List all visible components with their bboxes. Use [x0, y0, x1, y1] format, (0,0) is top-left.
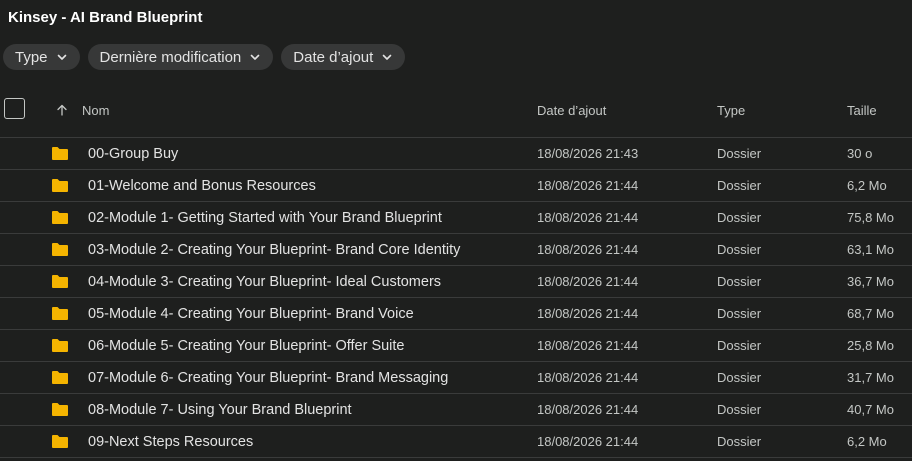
- arrow-up-icon[interactable]: [54, 92, 70, 128]
- file-type: Dossier: [717, 210, 762, 225]
- folder-icon: [51, 330, 69, 361]
- table-row[interactable]: 01-Welcome and Bonus Resources 18/08/2026…: [0, 170, 912, 202]
- table-row[interactable]: 03-Module 2- Creating Your Blueprint- Br…: [0, 234, 912, 266]
- file-date-added: 18/08/2026 21:44: [537, 178, 639, 193]
- folder-icon: [51, 298, 69, 329]
- table-row[interactable]: 07-Module 6- Creating Your Blueprint- Br…: [0, 362, 912, 394]
- select-all-checkbox[interactable]: [4, 98, 25, 119]
- file-type: Dossier: [717, 178, 762, 193]
- file-size: 40,7 Mo: [847, 402, 894, 417]
- column-header-size[interactable]: Taille: [847, 92, 877, 128]
- file-type: Dossier: [717, 338, 762, 353]
- file-date-added: 18/08/2026 21:43: [537, 146, 639, 161]
- file-date-added: 18/08/2026 21:44: [537, 402, 639, 417]
- filter-type-label: Type: [15, 48, 48, 66]
- file-size: 30 o: [847, 146, 873, 161]
- folder-icon: [51, 234, 69, 265]
- table-row[interactable]: 06-Module 5- Creating Your Blueprint- Of…: [0, 330, 912, 362]
- chevron-down-icon: [381, 51, 393, 63]
- file-type: Dossier: [717, 402, 762, 417]
- file-date-added: 18/08/2026 21:44: [537, 434, 639, 449]
- file-size: 6,2 Mo: [847, 434, 887, 449]
- file-size: 31,7 Mo: [847, 370, 894, 385]
- file-list: 00-Group Buy 18/08/2026 21:43 Dossier 30 o0…: [0, 138, 912, 458]
- table-row[interactable]: 04-Module 3- Creating Your Blueprint- Id…: [0, 266, 912, 298]
- file-size: 6,2 Mo: [847, 178, 887, 193]
- table-header: Nom Date d’ajout Type Taille: [0, 92, 912, 138]
- file-name[interactable]: 07-Module 6- Creating Your Blueprint- Br…: [88, 362, 448, 393]
- file-size: 25,8 Mo: [847, 338, 894, 353]
- filter-type-button[interactable]: Type: [3, 44, 80, 70]
- file-type: Dossier: [717, 306, 762, 321]
- file-name[interactable]: 03-Module 2- Creating Your Blueprint- Br…: [88, 234, 460, 265]
- filter-date-added-button[interactable]: Date d’ajout: [281, 44, 406, 70]
- folder-icon: [51, 426, 69, 457]
- file-name[interactable]: 05-Module 4- Creating Your Blueprint- Br…: [88, 298, 414, 329]
- filter-modified-button[interactable]: Dernière modification: [87, 44, 274, 70]
- filter-date-added-label: Date d’ajout: [293, 48, 374, 66]
- column-header-type[interactable]: Type: [717, 92, 745, 128]
- filter-bar: Type Dernière modification Date d’ajout: [3, 44, 406, 70]
- table-row[interactable]: 02-Module 1- Getting Started with Your B…: [0, 202, 912, 234]
- file-date-added: 18/08/2026 21:44: [537, 338, 639, 353]
- file-name[interactable]: 04-Module 3- Creating Your Blueprint- Id…: [88, 266, 441, 297]
- file-name[interactable]: 01-Welcome and Bonus Resources: [88, 170, 316, 201]
- file-name[interactable]: 09-Next Steps Resources: [88, 426, 253, 457]
- chevron-down-icon: [249, 51, 261, 63]
- file-date-added: 18/08/2026 21:44: [537, 210, 639, 225]
- folder-icon: [51, 362, 69, 393]
- file-size: 63,1 Mo: [847, 242, 894, 257]
- file-name[interactable]: 02-Module 1- Getting Started with Your B…: [88, 202, 442, 233]
- folder-icon: [51, 394, 69, 425]
- folder-icon: [51, 138, 69, 169]
- filter-modified-label: Dernière modification: [99, 48, 242, 66]
- column-header-name[interactable]: Nom: [82, 92, 109, 128]
- file-type: Dossier: [717, 434, 762, 449]
- file-type: Dossier: [717, 242, 762, 257]
- file-name[interactable]: 08-Module 7- Using Your Brand Blueprint: [88, 394, 352, 425]
- file-date-added: 18/08/2026 21:44: [537, 306, 639, 321]
- table-row[interactable]: 05-Module 4- Creating Your Blueprint- Br…: [0, 298, 912, 330]
- file-name[interactable]: 00-Group Buy: [88, 138, 178, 169]
- file-date-added: 18/08/2026 21:44: [537, 370, 639, 385]
- file-type: Dossier: [717, 370, 762, 385]
- folder-icon: [51, 170, 69, 201]
- folder-icon: [51, 266, 69, 297]
- column-header-date-added[interactable]: Date d’ajout: [537, 92, 606, 128]
- file-size: 75,8 Mo: [847, 210, 894, 225]
- table-row[interactable]: 08-Module 7- Using Your Brand Blueprint 1…: [0, 394, 912, 426]
- file-date-added: 18/08/2026 21:44: [537, 274, 639, 289]
- file-type: Dossier: [717, 274, 762, 289]
- file-size: 68,7 Mo: [847, 306, 894, 321]
- page-title: Kinsey - AI Brand Blueprint: [8, 9, 203, 26]
- table-row[interactable]: 00-Group Buy 18/08/2026 21:43 Dossier 30 o: [0, 138, 912, 170]
- chevron-down-icon: [56, 51, 68, 63]
- file-date-added: 18/08/2026 21:44: [537, 242, 639, 257]
- file-type: Dossier: [717, 146, 762, 161]
- table-row[interactable]: 09-Next Steps Resources 18/08/2026 21:44 D…: [0, 426, 912, 458]
- file-size: 36,7 Mo: [847, 274, 894, 289]
- folder-icon: [51, 202, 69, 233]
- file-name[interactable]: 06-Module 5- Creating Your Blueprint- Of…: [88, 330, 405, 361]
